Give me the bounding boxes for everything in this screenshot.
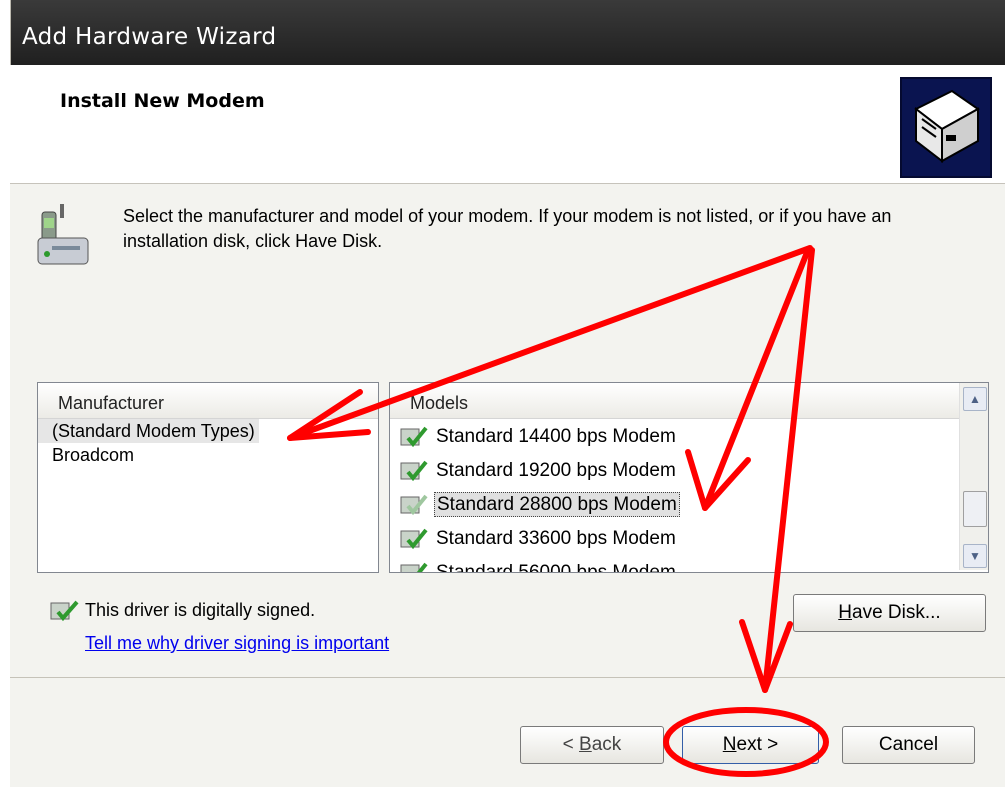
models-scrollbar[interactable]: ▲ ▼ <box>959 383 988 570</box>
models-list[interactable]: Models Standard 14400 bps Modem Standard… <box>389 382 989 573</box>
model-item-33600[interactable]: Standard 33600 bps Modem <box>390 522 960 556</box>
title-bar: Add Hardware Wizard <box>0 0 1005 65</box>
have-disk-label: ave Disk... <box>852 602 941 623</box>
signed-driver-icon <box>50 600 79 622</box>
intro-text: Select the manufacturer and model of you… <box>123 206 892 251</box>
back-prefix: < <box>562 734 580 755</box>
model-item-14400[interactable]: Standard 14400 bps Modem <box>390 420 960 454</box>
back-accel: B <box>579 734 592 755</box>
signed-driver-icon <box>400 426 428 448</box>
model-label: Standard 56000 bps Modem <box>436 562 676 573</box>
page-title: Install New Modem <box>60 90 265 112</box>
window-title: Add Hardware Wizard <box>22 24 277 50</box>
hardware-wizard-icon <box>900 77 992 178</box>
signed-driver-icon <box>400 460 428 482</box>
next-button[interactable]: Next > <box>682 726 819 764</box>
models-header[interactable]: Models <box>390 383 988 419</box>
model-label: Standard 19200 bps Modem <box>436 460 676 481</box>
back-button[interactable]: < Back <box>520 726 664 764</box>
wizard-header: Install New Modem <box>10 65 1005 184</box>
driver-signing-link[interactable]: Tell me why driver signing is important <box>85 633 389 654</box>
scroll-up-icon[interactable]: ▲ <box>963 387 987 411</box>
wizard-footer: < Back Next > Cancel <box>10 678 1005 787</box>
have-disk-accel: H <box>838 602 853 623</box>
model-item-28800[interactable]: Standard 28800 bps Modem <box>390 488 960 522</box>
model-item-56000[interactable]: Standard 56000 bps Modem <box>390 556 960 573</box>
next-label: ext > <box>736 734 779 755</box>
cancel-button[interactable]: Cancel <box>842 726 975 764</box>
manufacturer-header[interactable]: Manufacturer <box>38 383 378 419</box>
have-disk-button[interactable]: Have Disk... <box>793 594 986 632</box>
model-label: Standard 14400 bps Modem <box>436 426 676 447</box>
model-label: Standard 33600 bps Modem <box>436 528 676 549</box>
scroll-down-icon[interactable]: ▼ <box>963 544 987 568</box>
wizard-body: Select the manufacturer and model of you… <box>10 184 1005 677</box>
manufacturer-item-broadcom[interactable]: Broadcom <box>38 443 378 467</box>
modem-icon <box>34 202 100 274</box>
next-accel: N <box>722 734 737 755</box>
signed-driver-icon <box>400 528 428 550</box>
signed-driver-icon <box>400 562 428 572</box>
manufacturer-list[interactable]: Manufacturer (Standard Modem Types) Broa… <box>37 382 379 573</box>
scroll-thumb[interactable] <box>963 491 987 527</box>
driver-signed-text: This driver is digitally signed. <box>85 600 316 620</box>
model-label: Standard 28800 bps Modem <box>434 492 680 517</box>
model-item-19200[interactable]: Standard 19200 bps Modem <box>390 454 960 488</box>
signed-driver-icon <box>400 494 428 516</box>
back-label: ack <box>591 734 622 755</box>
manufacturer-item-standard[interactable]: (Standard Modem Types) <box>38 419 259 443</box>
